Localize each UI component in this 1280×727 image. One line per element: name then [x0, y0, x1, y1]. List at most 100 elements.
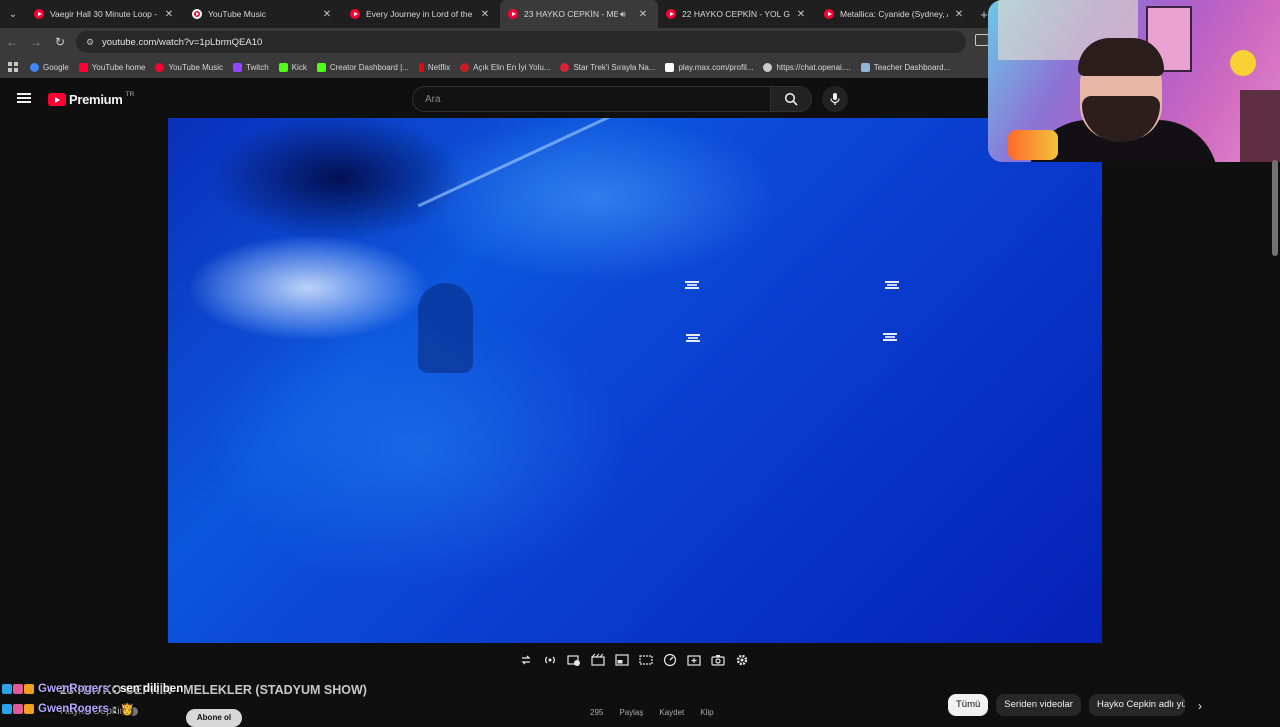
speed-icon[interactable]	[662, 652, 678, 668]
reload-icon[interactable]: ↻	[48, 28, 72, 56]
subscribe-button[interactable]: Abone ol	[186, 709, 242, 727]
picture-in-picture-icon[interactable]	[614, 652, 630, 668]
bookmark[interactable]: Creator Dashboard |...	[316, 62, 409, 72]
netflix-icon	[418, 62, 424, 72]
browser-tab[interactable]: YouTube Music ✕	[184, 0, 342, 28]
bookmark[interactable]: Google	[30, 62, 69, 72]
bookmark[interactable]: Açık Elin En İyi Yolu...	[460, 62, 550, 72]
voice-search-button[interactable]	[822, 86, 848, 112]
tab-title: 23 HAYKO CEPKİN - MELEK	[524, 9, 618, 19]
watch-later-icon[interactable]	[566, 652, 582, 668]
headset	[1008, 130, 1058, 160]
bookmark[interactable]: Netflix	[418, 62, 450, 72]
youtube-music-icon	[155, 62, 165, 72]
page-scrollbar[interactable]	[1272, 160, 1278, 256]
chat-message: GwenRogers : sen dili ben	[2, 680, 183, 698]
bookmark-label: YouTube home	[91, 62, 146, 72]
bookmark[interactable]: Twitch	[233, 62, 269, 72]
chip-series[interactable]: Seriden videolar	[996, 694, 1081, 716]
bookmark[interactable]: play.max.com/profil...	[665, 62, 754, 72]
chat-badge-icon	[13, 684, 23, 694]
cast-icon[interactable]	[975, 34, 989, 46]
close-tab-icon[interactable]: ✕	[478, 9, 492, 20]
browser-tab[interactable]: Every Journey in Lord of the Ri ✕	[342, 0, 500, 28]
speaker-icon[interactable]: 🔊︎	[620, 9, 632, 20]
kick-icon	[316, 62, 326, 72]
browser-tab-active[interactable]: 23 HAYKO CEPKİN - MELEK 🔊︎ ✕	[500, 0, 658, 28]
google-icon	[30, 62, 39, 72]
logo-text: Premium	[69, 92, 123, 107]
plush-toy	[1230, 50, 1256, 76]
tab-search-dropdown-icon[interactable]: ⌄	[0, 0, 26, 28]
bookmark[interactable]: YouTube Music	[155, 62, 223, 72]
shelf	[1240, 90, 1280, 162]
youtube-icon	[350, 9, 360, 19]
openai-icon	[763, 62, 773, 72]
stage-light	[686, 334, 700, 342]
bookmark-label: play.max.com/profil...	[678, 62, 754, 72]
site-info-icon[interactable]: ⚙︎	[86, 37, 96, 47]
browser-tab[interactable]: Vaegir Hall 30 Minute Loop - Y ✕	[26, 0, 184, 28]
chat-badge-icon	[2, 684, 12, 694]
tab-title: 22 HAYKO CEPKİN - YOL GÖZÜ	[682, 9, 790, 19]
search-icon	[784, 92, 798, 106]
browser-tab[interactable]: Metallica: Cyanide (Sydney, Au ✕	[816, 0, 974, 28]
apps-grid-icon[interactable]	[6, 60, 20, 74]
bookmark[interactable]: Star Trek'i Sırayla Na...	[560, 62, 655, 72]
close-tab-icon[interactable]: ✕	[952, 9, 966, 20]
youtube-icon	[78, 62, 88, 72]
close-tab-icon[interactable]: ✕	[320, 9, 334, 20]
close-tab-icon[interactable]: ✕	[794, 9, 808, 20]
bookmark-label: Twitch	[246, 62, 269, 72]
forward-arrow-icon[interactable]: →	[24, 28, 48, 56]
close-tab-icon[interactable]: ✕	[162, 9, 176, 20]
tab-title: Every Journey in Lord of the Ri	[366, 9, 474, 19]
youtube-music-icon	[192, 9, 202, 19]
url-input[interactable]: ⚙︎ youtube.com/watch?v=1pLbrmQEA10	[76, 31, 966, 53]
add-to-playlist-icon[interactable]	[686, 652, 702, 668]
close-tab-icon[interactable]: ✕	[636, 9, 650, 20]
chip-channel[interactable]: Hayko Cepkin adlı yü	[1088, 694, 1185, 716]
max-icon	[665, 62, 675, 72]
youtube-icon	[824, 9, 834, 19]
search-input[interactable]: Ara	[412, 86, 770, 112]
chat-badge-icon	[24, 684, 34, 694]
youtube-icon	[48, 93, 66, 106]
cinema-mode-icon[interactable]	[638, 652, 654, 668]
bookmark[interactable]: Teacher Dashboard...	[860, 62, 950, 72]
search-placeholder: Ara	[425, 93, 441, 105]
stage-light	[885, 281, 899, 289]
bookmark-label: https://chat.openai....	[776, 62, 851, 72]
search-button[interactable]	[770, 86, 812, 112]
bookmark[interactable]: https://chat.openai....	[763, 62, 851, 72]
screenshot-camera-icon[interactable]	[710, 652, 726, 668]
chat-username: GwenRogers	[38, 703, 109, 715]
video-player[interactable]	[168, 118, 1102, 643]
bookmark-label: Kick	[291, 62, 307, 72]
streamer-hair	[1078, 38, 1164, 76]
loop-icon[interactable]	[518, 652, 534, 668]
kick-icon	[278, 62, 288, 72]
bookmark-label: Google	[43, 62, 69, 72]
tab-title: Metallica: Cyanide (Sydney, Au	[840, 9, 948, 19]
chat-badge-icon	[13, 704, 23, 714]
star-trek-icon	[560, 62, 570, 72]
recommendation-chips: Tümü Seriden videolar Hayko Cepkin adlı …	[948, 694, 1185, 716]
clapperboard-icon[interactable]	[590, 652, 606, 668]
stage-light	[883, 333, 897, 341]
bookmark[interactable]: YouTube home	[78, 62, 146, 72]
youtube-premium-logo[interactable]: Premium TR	[48, 91, 134, 107]
chat-text: : 👸	[112, 704, 135, 716]
webcam-overlay	[988, 0, 1280, 162]
menu-icon[interactable]	[17, 93, 31, 103]
chevron-right-icon[interactable]: ›	[1192, 698, 1208, 714]
settings-gear-icon[interactable]	[734, 652, 750, 668]
bookmark[interactable]: Kick	[278, 62, 307, 72]
broadcast-icon[interactable]	[542, 652, 558, 668]
chat-message: GwenRogers : 👸	[2, 700, 134, 718]
browser-tab[interactable]: 22 HAYKO CEPKİN - YOL GÖZÜ ✕	[658, 0, 816, 28]
twitch-icon	[233, 62, 243, 72]
tab-title: Vaegir Hall 30 Minute Loop - Y	[50, 9, 158, 19]
back-arrow-icon[interactable]: ←	[0, 28, 24, 56]
chip-all[interactable]: Tümü	[948, 694, 989, 716]
